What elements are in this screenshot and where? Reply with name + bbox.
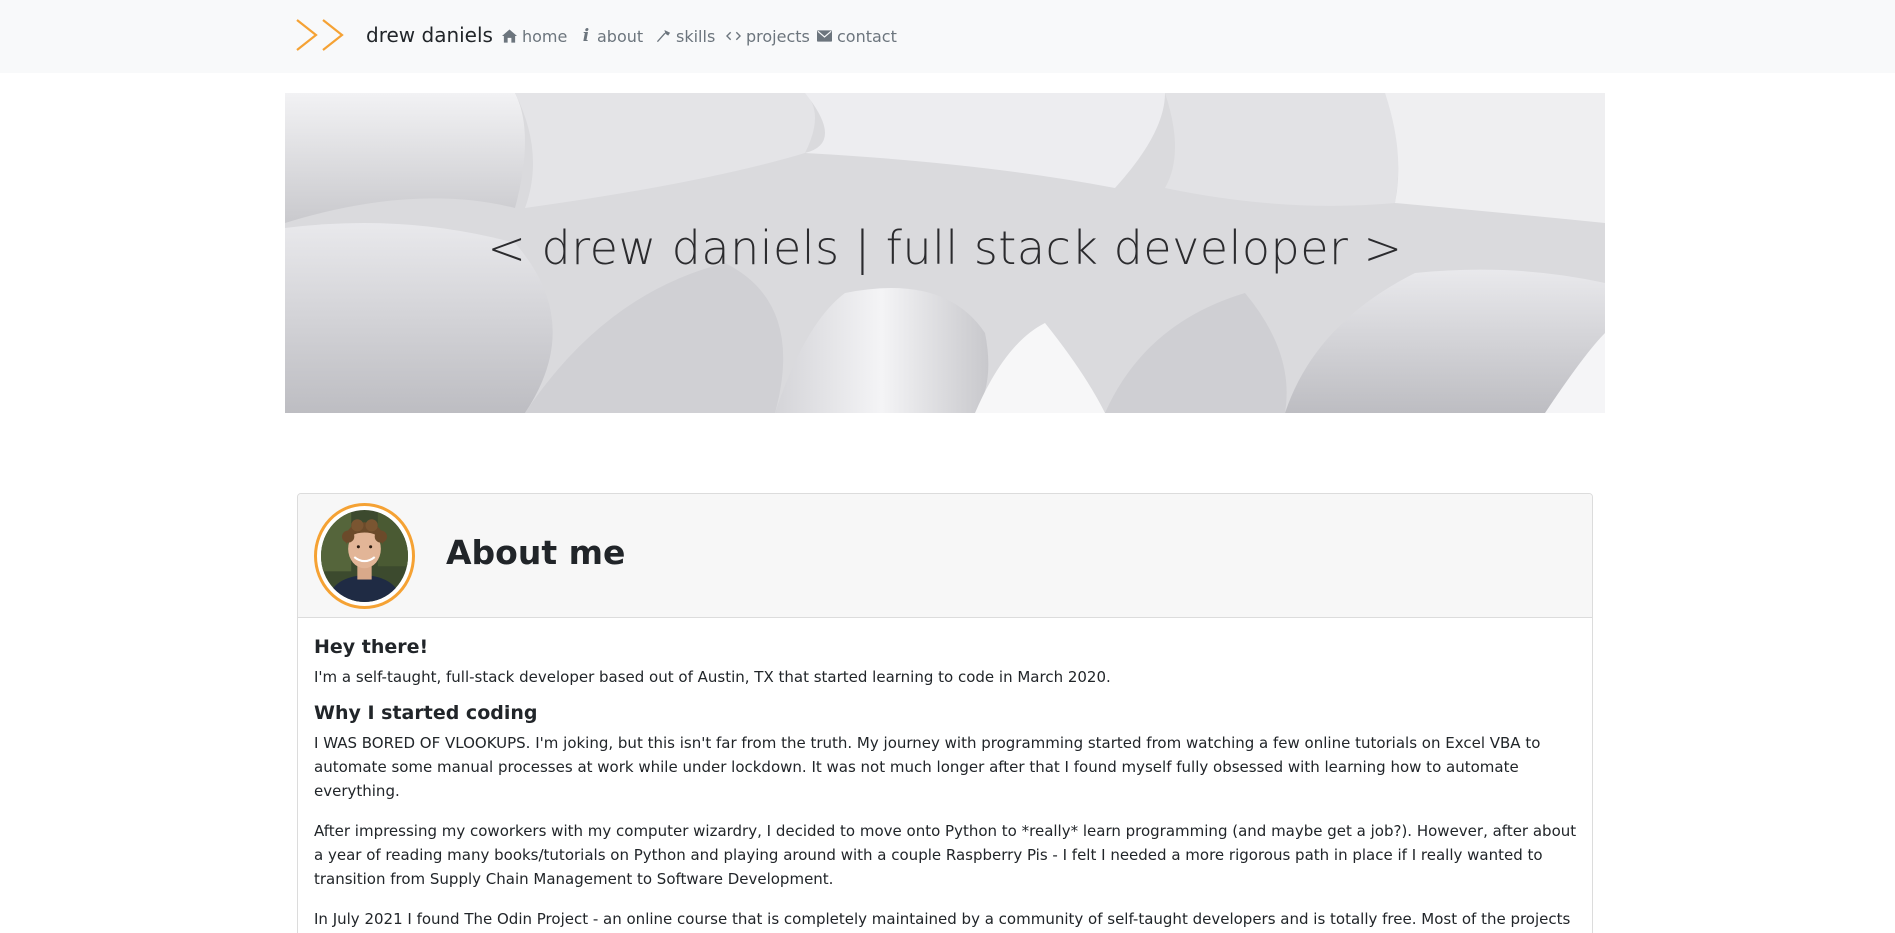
nav-home-link[interactable]: home [502, 24, 567, 48]
code-icon [726, 31, 741, 41]
about-paragraph: I WAS BORED OF VLOOKUPS. I'm joking, but… [314, 734, 1541, 800]
nav-skills-label: skills [676, 26, 716, 46]
nav-projects-link[interactable]: projects [726, 24, 810, 48]
nav-contact-link[interactable]: contact [817, 24, 897, 48]
brand-name[interactable]: drew daniels [366, 23, 493, 47]
nav-projects-label: projects [746, 26, 810, 46]
about-card-body: Hey there! I'm a self-taught, full-stack… [314, 634, 1579, 933]
greeting-heading: Hey there! [314, 636, 429, 658]
chevron-logo-icon[interactable] [294, 17, 350, 53]
nav-skills-link[interactable]: skills [656, 24, 715, 48]
about-paragraph: After impressing my coworkers with my co… [314, 822, 1577, 888]
about-title: About me [446, 533, 626, 572]
nav-contact-label: contact [837, 26, 897, 46]
info-icon: i [582, 26, 590, 46]
nav-about-link[interactable]: i about [580, 24, 643, 48]
nav-about-label: about [597, 26, 644, 46]
nav-home-label: home [522, 26, 568, 46]
about-card: About me Hey there! I'm a self-taught, f… [297, 493, 1593, 933]
hammer-icon [656, 29, 671, 42]
why-heading: Why I started coding [314, 702, 538, 724]
about-paragraph: In July 2021 I found The Odin Project - … [314, 910, 1571, 928]
top-navbar: drew daniels home i about skills project… [0, 0, 1895, 73]
profile-photo [321, 510, 408, 602]
hero-banner: < drew daniels | full stack developer > [285, 93, 1605, 413]
avatar [314, 503, 415, 609]
about-card-header: About me [298, 494, 1592, 618]
greeting-text: I'm a self-taught, full-stack developer … [314, 668, 1111, 686]
hero-title: < drew daniels | full stack developer > [487, 221, 1403, 275]
envelope-icon [817, 30, 832, 42]
home-icon [502, 29, 517, 43]
